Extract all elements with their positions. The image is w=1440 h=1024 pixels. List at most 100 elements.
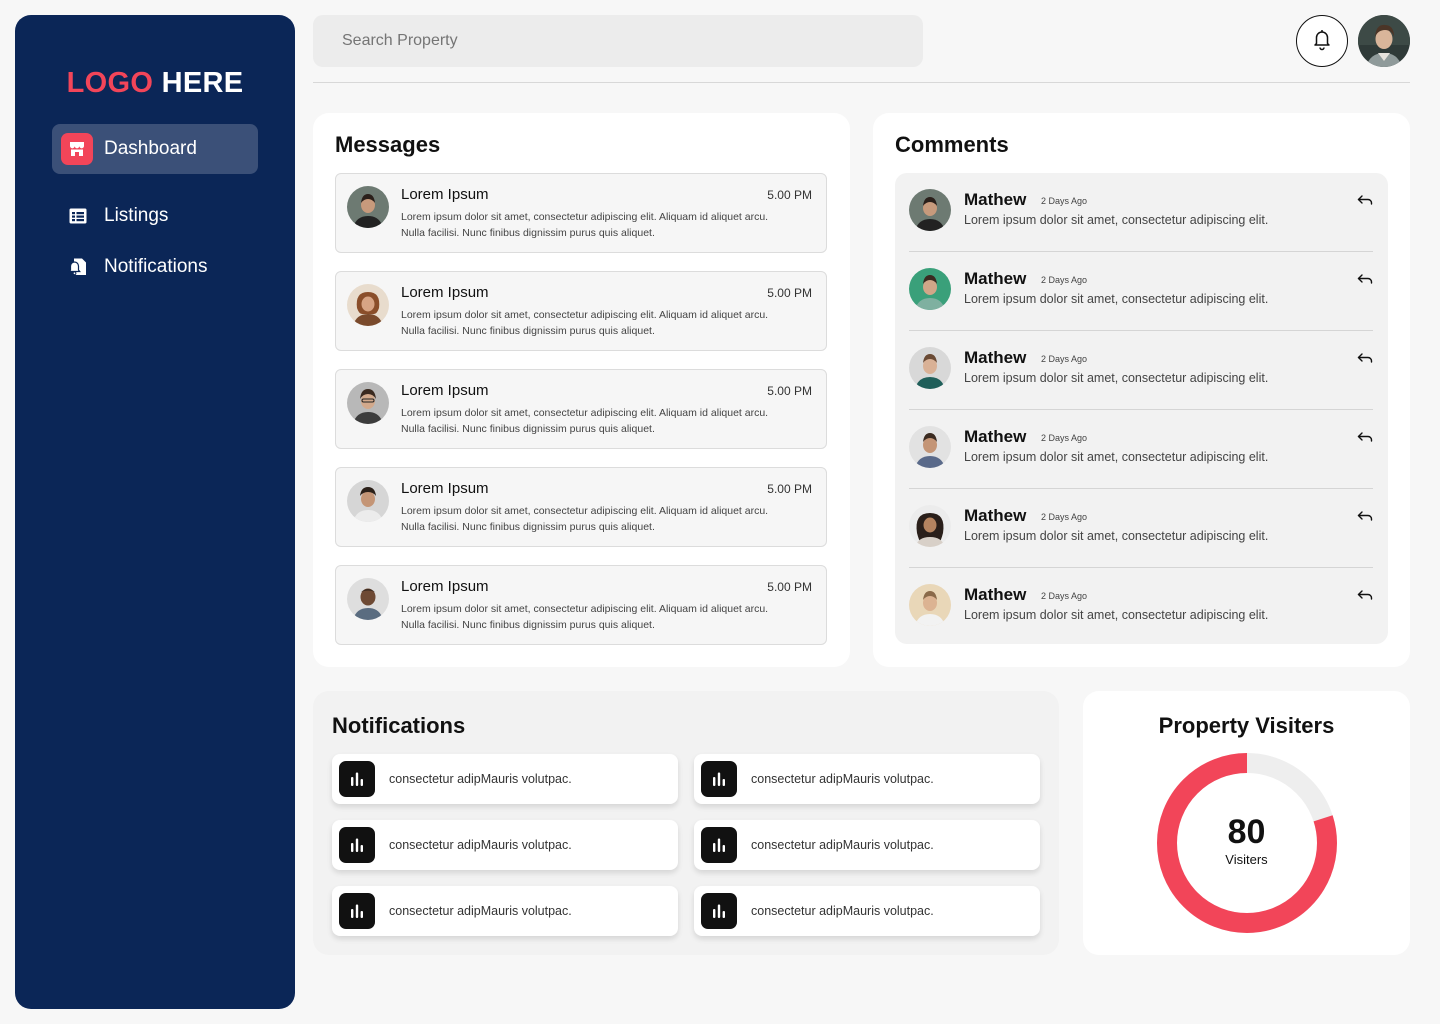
avatar	[909, 426, 951, 468]
message-sender: Lorem Ipsum	[401, 186, 489, 203]
bar-chart-icon	[701, 761, 737, 797]
avatar	[909, 584, 951, 626]
sidebar-item-listings[interactable]: Listings	[52, 191, 258, 241]
notification-item[interactable]: consectetur adipMauris volutpac.	[332, 820, 678, 870]
notification-text: consectetur adipMauris volutpac.	[389, 772, 572, 786]
comment-item: Mathew 2 Days Ago Lorem ipsum dolor sit …	[909, 252, 1373, 331]
message-item[interactable]: Lorem Ipsum 5.00 PM Lorem ipsum dolor si…	[335, 467, 827, 547]
avatar	[909, 347, 951, 389]
reply-icon[interactable]	[1357, 193, 1373, 207]
user-avatar[interactable]	[1358, 15, 1410, 67]
avatar	[347, 186, 389, 228]
notification-text: consectetur adipMauris volutpac.	[751, 838, 934, 852]
sidebar-item-label: Notifications	[104, 256, 208, 277]
notification-item[interactable]: consectetur adipMauris volutpac.	[694, 886, 1040, 936]
message-sender: Lorem Ipsum	[401, 382, 489, 399]
message-item[interactable]: Lorem Ipsum 5.00 PM Lorem ipsum dolor si…	[335, 173, 827, 253]
message-item[interactable]: Lorem Ipsum 5.00 PM Lorem ipsum dolor si…	[335, 271, 827, 351]
message-time: 5.00 PM	[767, 286, 812, 300]
message-sender: Lorem Ipsum	[401, 480, 489, 497]
message-time: 5.00 PM	[767, 384, 812, 398]
comment-time: 2 Days Ago	[1041, 275, 1088, 285]
visitors-title: Property Visiters	[1158, 713, 1335, 738]
notification-text: consectetur adipMauris volutpac.	[751, 772, 934, 786]
messages-title: Messages	[335, 132, 441, 157]
comment-time: 2 Days Ago	[1041, 433, 1088, 443]
message-sender: Lorem Ipsum	[401, 578, 489, 595]
message-text: Lorem ipsum dolor sit amet, consectetur …	[401, 603, 769, 631]
avatar	[909, 505, 951, 547]
message-time: 5.00 PM	[767, 482, 812, 496]
visitors-card: Property Visiters 80 Visiters	[1083, 691, 1410, 955]
comment-author: Mathew	[964, 269, 1027, 288]
comment-author: Mathew	[964, 427, 1027, 446]
sidebar-item-dashboard[interactable]: Dashboard	[52, 124, 258, 174]
sidebar-item-notifications[interactable]: Notifications	[52, 242, 258, 292]
avatar	[347, 480, 389, 522]
message-text: Lorem ipsum dolor sit amet, consectetur …	[401, 505, 769, 533]
notification-text: consectetur adipMauris volutpac.	[389, 838, 572, 852]
comments-title: Comments	[895, 132, 1009, 157]
sidebar: LOGO HERE Dashboard Listings Notificatio…	[15, 15, 295, 1009]
header-divider	[313, 82, 1410, 83]
logo: LOGO HERE	[15, 67, 295, 100]
message-text: Lorem ipsum dolor sit amet, consectetur …	[401, 211, 769, 239]
comment-text: Lorem ipsum dolor sit amet, consectetur …	[964, 213, 1269, 227]
message-time: 5.00 PM	[767, 580, 812, 594]
comment-text: Lorem ipsum dolor sit amet, consectetur …	[964, 292, 1269, 306]
reply-icon[interactable]	[1357, 509, 1373, 523]
logo-part-2: HERE	[161, 67, 244, 99]
comment-text: Lorem ipsum dolor sit amet, consectetur …	[964, 529, 1269, 543]
notification-text: consectetur adipMauris volutpac.	[389, 904, 572, 918]
notification-item[interactable]: consectetur adipMauris volutpac.	[694, 820, 1040, 870]
notification-item[interactable]: consectetur adipMauris volutpac.	[332, 754, 678, 804]
notification-text: consectetur adipMauris volutpac.	[751, 904, 934, 918]
avatar	[347, 578, 389, 620]
sidebar-item-label: Dashboard	[104, 138, 197, 159]
notification-item[interactable]: consectetur adipMauris volutpac.	[332, 886, 678, 936]
bell-icon	[1310, 27, 1334, 56]
table-icon	[66, 204, 90, 228]
store-icon	[61, 133, 93, 165]
bar-chart-icon	[339, 827, 375, 863]
message-text: Lorem ipsum dolor sit amet, consectetur …	[401, 309, 769, 337]
comment-text: Lorem ipsum dolor sit amet, consectetur …	[964, 450, 1269, 464]
logo-part-1: LOGO	[66, 67, 154, 99]
message-item[interactable]: Lorem Ipsum 5.00 PM Lorem ipsum dolor si…	[335, 369, 827, 449]
avatar	[347, 284, 389, 326]
reply-icon[interactable]	[1357, 351, 1373, 365]
comment-author: Mathew	[964, 585, 1027, 604]
comments-card: Comments Mathew 2 Days Ago Lorem ipsum d…	[873, 113, 1410, 667]
reply-icon[interactable]	[1357, 272, 1373, 286]
search-input[interactable]	[313, 15, 923, 67]
sidebar-item-label: Listings	[104, 205, 169, 226]
comment-item: Mathew 2 Days Ago Lorem ipsum dolor sit …	[909, 410, 1373, 489]
comments-list: Mathew 2 Days Ago Lorem ipsum dolor sit …	[895, 173, 1388, 644]
avatar	[909, 189, 951, 231]
message-time: 5.00 PM	[767, 188, 812, 202]
reply-icon[interactable]	[1357, 430, 1373, 444]
notifications-card: Notifications consectetur adipMauris vol…	[313, 691, 1059, 955]
bell-doc-icon	[66, 255, 90, 279]
comment-author: Mathew	[964, 348, 1027, 367]
comment-text: Lorem ipsum dolor sit amet, consectetur …	[964, 608, 1269, 622]
avatar	[909, 268, 951, 310]
messages-card: Messages Lorem Ipsum 5.00 PM Lorem ipsum…	[313, 113, 850, 667]
message-text: Lorem ipsum dolor sit amet, consectetur …	[401, 407, 769, 435]
notification-item[interactable]: consectetur adipMauris volutpac.	[694, 754, 1040, 804]
notification-bell-button[interactable]	[1296, 15, 1348, 67]
comment-author: Mathew	[964, 506, 1027, 525]
comment-item: Mathew 2 Days Ago Lorem ipsum dolor sit …	[909, 489, 1373, 568]
visitors-count: 80	[1227, 813, 1266, 851]
bar-chart-icon	[339, 761, 375, 797]
comment-item: Mathew 2 Days Ago Lorem ipsum dolor sit …	[909, 568, 1373, 647]
comment-time: 2 Days Ago	[1041, 354, 1088, 364]
reply-icon[interactable]	[1357, 588, 1373, 602]
bar-chart-icon	[339, 893, 375, 929]
message-item[interactable]: Lorem Ipsum 5.00 PM Lorem ipsum dolor si…	[335, 565, 827, 645]
comment-time: 2 Days Ago	[1041, 512, 1088, 522]
comment-text: Lorem ipsum dolor sit amet, consectetur …	[964, 371, 1269, 385]
comment-item: Mathew 2 Days Ago Lorem ipsum dolor sit …	[909, 331, 1373, 410]
comment-time: 2 Days Ago	[1041, 591, 1088, 601]
bar-chart-icon	[701, 827, 737, 863]
